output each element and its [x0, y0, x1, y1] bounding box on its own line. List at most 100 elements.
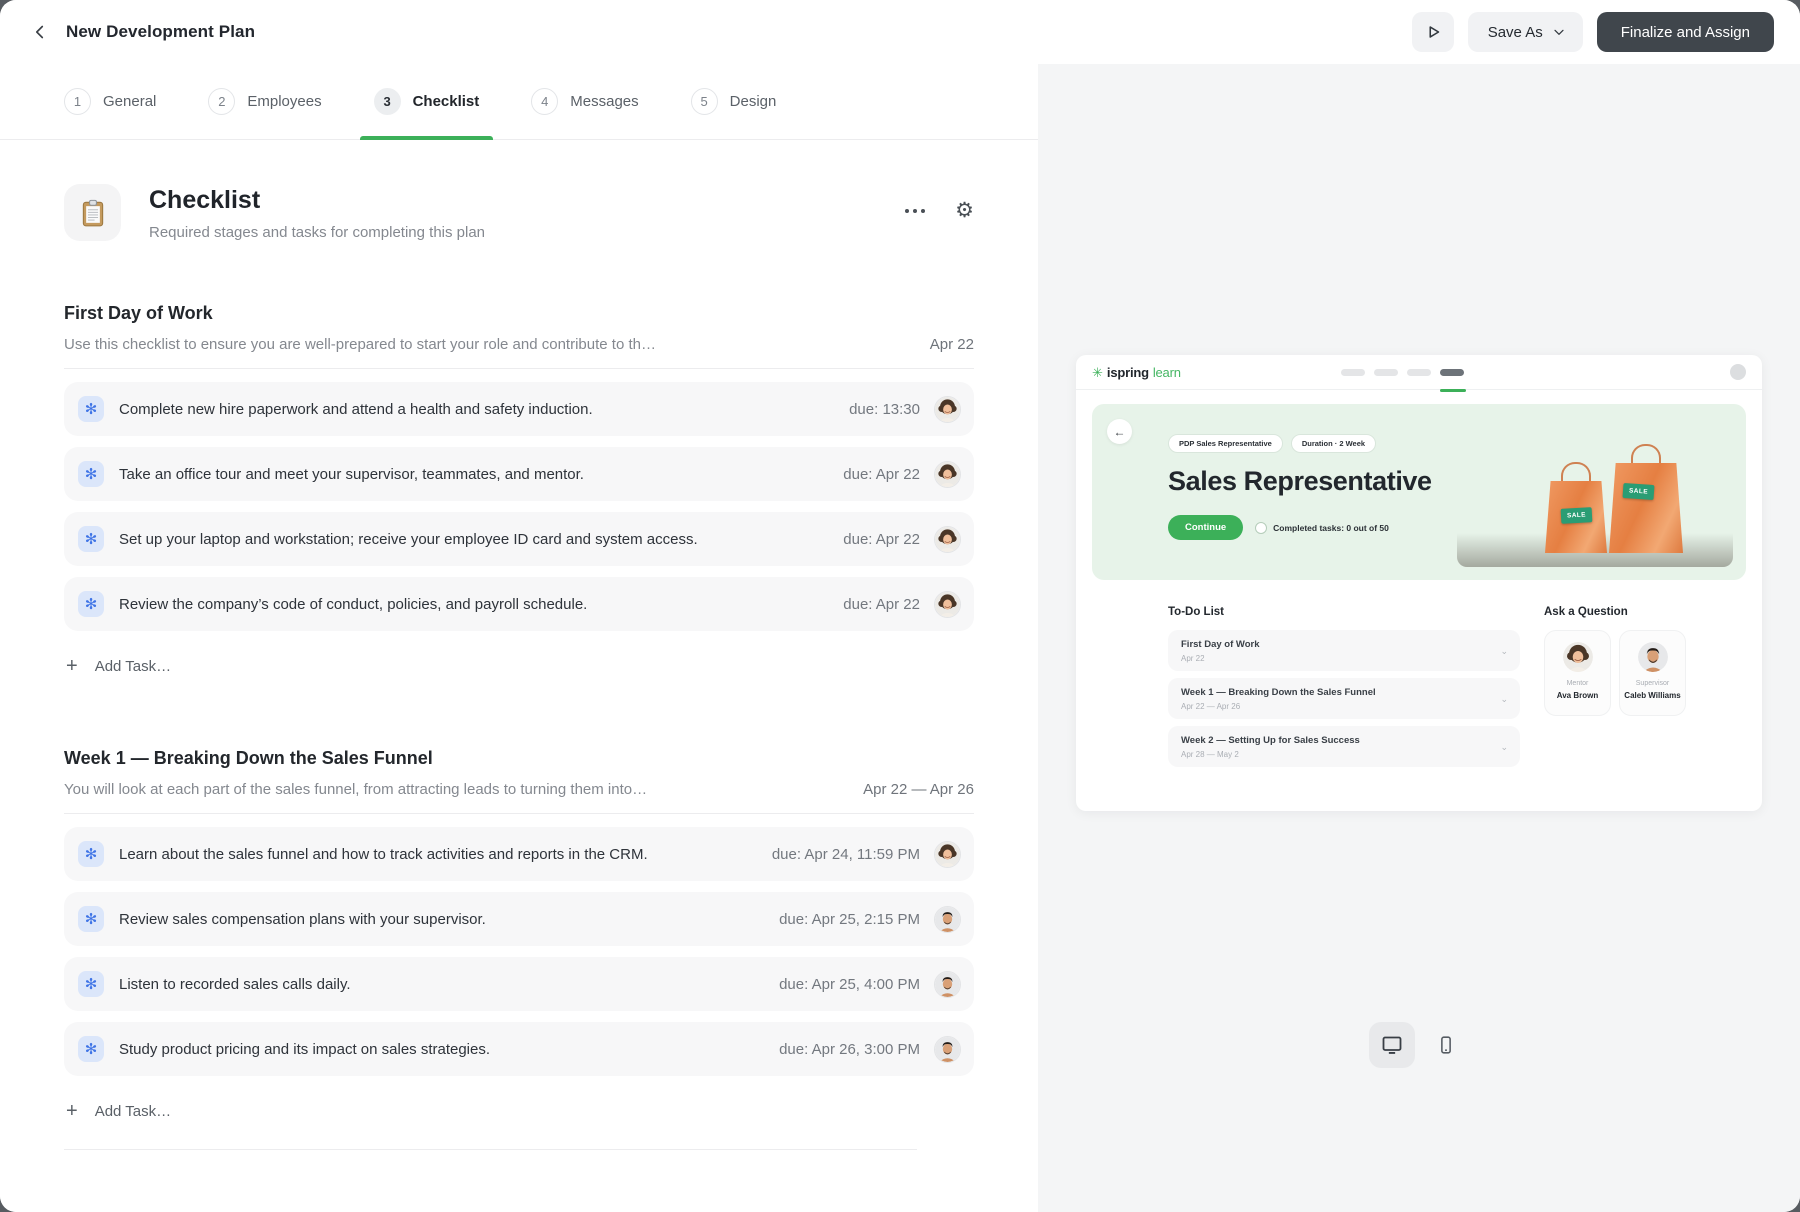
plus-icon: +	[66, 1101, 78, 1121]
hero-badges: PDP Sales Representative Duration · 2 We…	[1168, 434, 1432, 453]
assignee-avatar	[934, 841, 961, 868]
todo-list: To-Do List First Day of Work Apr 22 ⌄	[1168, 606, 1520, 774]
divider	[64, 368, 974, 369]
ispring-learn-logo: ✳ ispring learn	[1092, 365, 1181, 380]
preview-play-button[interactable]	[1412, 12, 1454, 52]
todo-item-dates: Apr 22 — Apr 26	[1181, 702, 1376, 711]
task-text: Listen to recorded sales calls daily.	[119, 976, 351, 993]
contact-name: Caleb Williams	[1624, 691, 1680, 700]
section-description: You will look at each part of the sales …	[64, 781, 647, 798]
checklist-titles: Checklist Required stages and tasks for …	[149, 184, 485, 241]
back-button[interactable]	[26, 18, 54, 46]
section-title: Week 1 — Breaking Down the Sales Funnel	[64, 748, 974, 769]
task-row[interactable]: ✻ Listen to recorded sales calls daily. …	[64, 957, 974, 1011]
chevron-down-icon	[1551, 24, 1567, 40]
todo-item: Week 2 — Setting Up for Sales Success Ap…	[1168, 726, 1520, 767]
add-task-button[interactable]: + Add Task…	[64, 1087, 173, 1135]
task-asterisk-icon: ✻	[78, 591, 104, 617]
shopping-bag: SALE	[1545, 462, 1607, 553]
todo-item-title: Week 1 — Breaking Down the Sales Funnel	[1181, 687, 1376, 698]
active-nav-underline	[1440, 389, 1466, 392]
save-as-button[interactable]: Save As	[1468, 12, 1583, 52]
task-row[interactable]: ✻ Set up your laptop and workstation; re…	[64, 512, 974, 566]
assignee-avatar	[934, 526, 961, 553]
tab-checklist-number: 3	[374, 88, 401, 115]
todo-item-title: Week 2 — Setting Up for Sales Success	[1181, 735, 1360, 746]
hero-content: PDP Sales Representative Duration · 2 We…	[1168, 434, 1432, 540]
mobile-preview-button[interactable]	[1423, 1022, 1469, 1068]
task-asterisk-icon: ✻	[78, 396, 104, 422]
nav-pill	[1407, 369, 1431, 376]
preview-hero: ← PDP Sales Representative Duration · 2 …	[1092, 404, 1746, 580]
back-arrow-icon: ←	[1107, 419, 1132, 444]
sale-tag: SALE	[1623, 483, 1655, 500]
progress-circle-icon	[1255, 522, 1267, 534]
task-row[interactable]: ✻ Complete new hire paperwork and attend…	[64, 382, 974, 436]
tab-checklist[interactable]: 3 Checklist	[374, 64, 480, 140]
checklist-tools: ⚙	[901, 184, 974, 221]
chevron-down-icon: ⌄	[1500, 742, 1508, 753]
checklist-header: Checklist Required stages and tasks for …	[64, 184, 974, 241]
task-asterisk-icon: ✻	[78, 971, 104, 997]
section-dates: Apr 22 — Apr 26	[863, 781, 974, 798]
save-as-label: Save As	[1488, 24, 1543, 41]
task-text: Learn about the sales funnel and how to …	[119, 846, 648, 863]
task-row[interactable]: ✻ Study product pricing and its impact o…	[64, 1022, 974, 1076]
task-text: Take an office tour and meet your superv…	[119, 466, 584, 483]
preview-header: ✳ ispring learn	[1076, 355, 1762, 390]
add-task-label: Add Task…	[95, 658, 171, 675]
add-task-button[interactable]: + Add Task…	[64, 642, 173, 690]
preview-panel: ✳ ispring learn ←	[1038, 64, 1800, 1212]
section-meta: You will look at each part of the sales …	[64, 781, 974, 798]
assignee-avatar	[934, 1036, 961, 1063]
task-due: due: Apr 25, 4:00 PM	[779, 976, 920, 993]
chevron-down-icon: ⌄	[1500, 646, 1508, 657]
desktop-preview-button[interactable]	[1369, 1022, 1415, 1068]
tab-general-label: General	[103, 93, 156, 110]
contact-name: Ava Brown	[1557, 691, 1599, 700]
task-asterisk-icon: ✻	[78, 841, 104, 867]
hero-title: Sales Representative	[1168, 466, 1432, 497]
task-row[interactable]: ✻ Learn about the sales funnel and how t…	[64, 827, 974, 881]
editor-panel: 1 General 2 Employees 3 Checklist 4 Mess…	[0, 64, 1038, 1212]
todo-item-dates: Apr 22	[1181, 654, 1259, 663]
task-row[interactable]: ✻ Review the company’s code of conduct, …	[64, 577, 974, 631]
tab-employees-number: 2	[208, 88, 235, 115]
task-text: Set up your laptop and workstation; rece…	[119, 531, 698, 548]
task-row[interactable]: ✻ Take an office tour and meet your supe…	[64, 447, 974, 501]
task-row[interactable]: ✻ Review sales compensation plans with y…	[64, 892, 974, 946]
badge-duration: Duration · 2 Week	[1291, 434, 1376, 453]
gear-icon[interactable]: ⚙	[955, 200, 974, 221]
task-asterisk-icon: ✻	[78, 1036, 104, 1062]
tab-design-number: 5	[691, 88, 718, 115]
tab-employees[interactable]: 2 Employees	[208, 64, 321, 140]
tab-general[interactable]: 1 General	[64, 64, 156, 140]
sale-tag: SALE	[1561, 507, 1593, 524]
more-options-icon[interactable]	[901, 205, 929, 217]
tab-messages[interactable]: 4 Messages	[531, 64, 638, 140]
device-preview-toggle	[1369, 1022, 1469, 1068]
step-tabs: 1 General 2 Employees 3 Checklist 4 Mess…	[0, 64, 1038, 140]
nav-pill-active	[1440, 369, 1464, 376]
task-asterisk-icon: ✻	[78, 906, 104, 932]
preview-main: To-Do List First Day of Work Apr 22 ⌄	[1076, 580, 1762, 774]
contact-role: Supervisor	[1636, 680, 1669, 687]
avatar	[1638, 642, 1668, 672]
logo-brand: ispring	[1107, 365, 1149, 380]
task-due: due: Apr 24, 11:59 PM	[772, 846, 920, 863]
tab-design[interactable]: 5 Design	[691, 64, 777, 140]
task-text: Study product pricing and its impact on …	[119, 1041, 490, 1058]
plus-icon: +	[66, 656, 78, 676]
checklist-content: Checklist Required stages and tasks for …	[0, 140, 1038, 1150]
finalize-and-assign-button[interactable]: Finalize and Assign	[1597, 12, 1774, 52]
assignee-avatar	[934, 461, 961, 488]
assignee-avatar	[934, 971, 961, 998]
nav-pill	[1341, 369, 1365, 376]
task-text: Review sales compensation plans with you…	[119, 911, 486, 928]
divider	[64, 1149, 917, 1150]
add-task-label: Add Task…	[95, 1103, 171, 1120]
chevron-left-icon	[29, 21, 51, 43]
contact-card-mentor: Mentor Ava Brown	[1544, 630, 1611, 716]
section-description: Use this checklist to ensure you are wel…	[64, 336, 656, 353]
task-due: due: Apr 22	[843, 531, 920, 548]
